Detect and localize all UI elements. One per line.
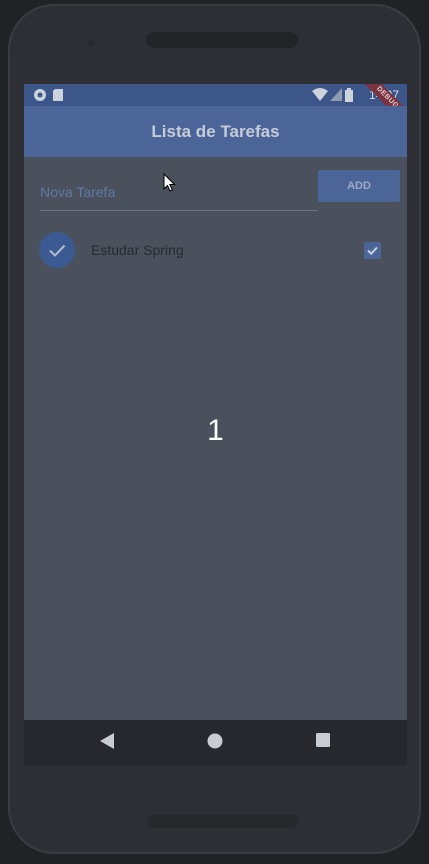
mouse-cursor-icon [163, 173, 176, 192]
top-speaker [146, 32, 298, 48]
overlay-number: 1 [207, 414, 224, 447]
task-label: Estudar Spring [91, 242, 184, 258]
page-title: Lista de Tarefas [151, 122, 280, 141]
battery-icon [345, 88, 353, 102]
bottom-speaker [148, 814, 298, 828]
new-task-input[interactable] [40, 174, 318, 211]
camera-icon [88, 40, 94, 46]
check-icon [49, 244, 66, 257]
home-icon[interactable] [207, 733, 223, 749]
signal-icon [330, 88, 342, 101]
task-avatar [39, 232, 75, 268]
back-icon[interactable] [100, 733, 114, 749]
wifi-icon [312, 88, 328, 101]
app-bar: Lista de Tarefas [24, 106, 407, 157]
list-item[interactable]: Estudar Spring [24, 226, 407, 274]
app-screen: 14:07 DEBUG Lista de Tarefas ADD Estudar… [24, 84, 407, 765]
add-button[interactable]: ADD [318, 170, 400, 202]
checkbox-check-icon [367, 246, 378, 256]
status-bar: 14:07 DEBUG [24, 84, 407, 131]
sd-card-icon [53, 89, 63, 101]
navigation-bar [24, 720, 407, 765]
settings-icon [34, 89, 46, 101]
task-checkbox[interactable] [364, 242, 381, 259]
recents-icon[interactable] [316, 733, 330, 747]
